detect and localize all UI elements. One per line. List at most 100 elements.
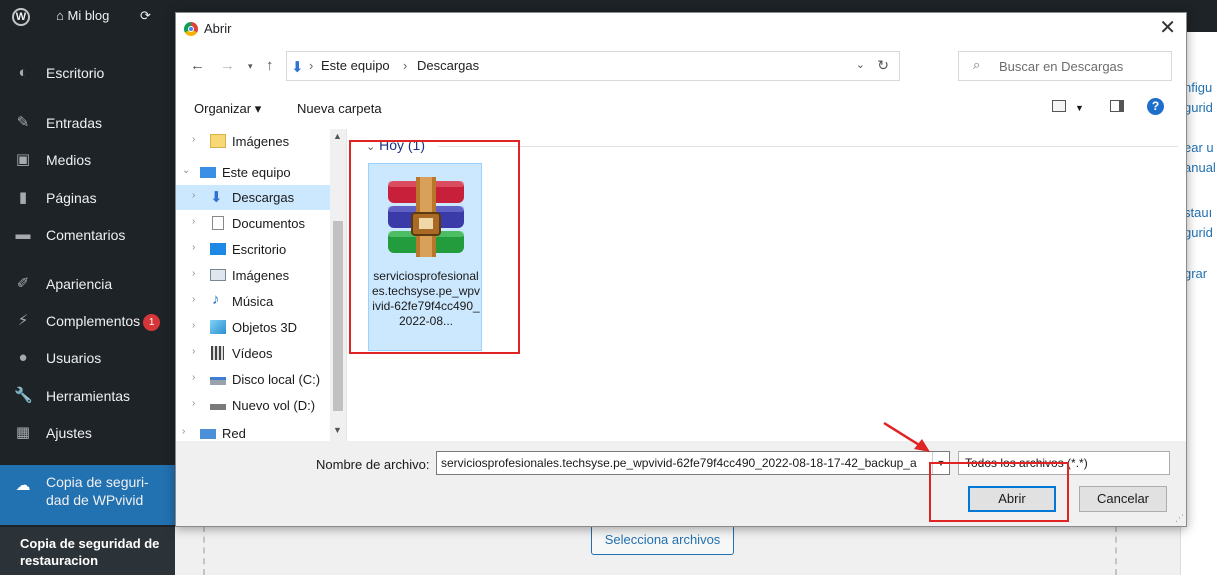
sidebar-item-herramientas[interactable]: 🔧 Herramientas [0,379,175,413]
help-icon[interactable]: ? [1147,98,1164,115]
nav-item-descargas[interactable]: › ⬇ Descargas [176,185,344,210]
chevron-right-icon[interactable]: › [192,398,195,409]
nav-item-musica[interactable]: › ♪ Música [176,289,344,314]
resize-grip-icon[interactable]: ⋰ [1175,513,1184,524]
nav-item-videos[interactable]: › Vídeos [176,341,344,366]
sidebar-item-usuarios[interactable]: ● Usuarios [0,341,175,375]
chevron-right-icon[interactable]: › [192,268,195,279]
scroll-up-icon[interactable]: ▲ [333,131,342,141]
organize-menu-button[interactable]: Organizar ▾ [194,101,261,117]
filename-input[interactable]: serviciosprofesionales.techsyse.pe_wpviv… [436,451,950,475]
settings-link-fragment[interactable]: stauı [1184,205,1212,220]
dashboard-icon: ◐ [18,64,28,81]
nav-item-escritorio[interactable]: › Escritorio [176,237,344,262]
search-input[interactable]: ⌕ Buscar en Descargas [958,51,1172,81]
site-home-link[interactable]: ⌂ Mi blog [56,0,109,32]
dialog-title: Abrir [204,21,232,36]
pictures-icon [210,269,226,281]
settings-link-fragment[interactable]: gurid [1184,100,1213,115]
dropzone-border [203,526,205,575]
breadcrumb-descargas[interactable]: Descargas [417,58,479,73]
pages-icon: ▮ [18,189,28,206]
chevron-down-icon[interactable]: ▼ [1075,103,1084,113]
navigation-pane: › Imágenes ⌄ Este equipo › ⬇ Descargas ›… [176,129,347,441]
dialog-titlebar[interactable]: Abrir ✕ [176,13,1186,45]
sidebar-item-escritorio[interactable]: ◐ Escritorio [0,56,175,90]
up-arrow-icon[interactable]: ↑ [266,57,274,74]
sidebar-item-wpvivid[interactable]: ☁ Copia de seguri-dad de WPvivid [0,465,175,525]
update-count-badge: 1 [143,314,161,331]
chevron-right-icon[interactable]: › [192,134,195,145]
refresh-icon[interactable]: ↻ [877,57,889,74]
new-folder-button[interactable]: Nueva carpeta [297,101,382,116]
chevron-right-icon[interactable]: › [192,242,195,253]
users-icon: ● [18,349,28,366]
chevron-right-icon[interactable]: › [192,190,195,201]
scrollbar-thumb[interactable] [333,221,343,411]
sidebar-item-comentarios[interactable]: ▬ Comentarios [0,218,175,252]
back-arrow-icon[interactable]: ← [190,57,205,74]
sidebar-item-ajustes[interactable]: ▦ Ajustes [0,416,175,450]
wordpress-logo-icon[interactable]: W [12,0,34,32]
cloud-icon: ☁ [15,477,31,494]
sidebar-item-entradas[interactable]: ✎ Entradas [0,106,175,140]
address-bar[interactable]: ⬇ › Este equipo › Descargas ⌄ ↻ [286,51,900,81]
chevron-right-icon[interactable]: › [192,346,195,357]
sidebar-item-paginas[interactable]: ▮ Páginas [0,181,175,215]
settings-link-fragment[interactable]: grar [1184,266,1207,281]
scroll-down-icon[interactable]: ▼ [333,425,342,435]
nav-item-este-equipo[interactable]: ⌄ Este equipo [176,160,344,185]
settings-link-fragment[interactable]: ear u [1184,140,1214,155]
breadcrumb-separator: › [309,58,314,73]
nav-pane-scrollbar[interactable]: ▲ ▼ [330,129,346,441]
pin-icon: ✎ [16,114,30,131]
desktop-icon [210,243,226,255]
media-icon: ▣ [15,151,31,168]
chevron-right-icon[interactable]: › [192,294,195,305]
open-file-dialog: Abrir ✕ ← → ▾ ↑ ⬇ › Este equipo › Descar… [175,12,1187,527]
annotation-highlight-box [349,140,520,354]
comments-icon: ▬ [15,226,31,243]
complementos-label: Complementos [46,313,141,329]
settings-link-fragment[interactable]: nfigu [1184,80,1212,95]
view-options-icon[interactable] [1052,100,1066,112]
nav-item-documentos[interactable]: › Documentos [176,211,344,236]
chevron-right-icon[interactable]: › [192,372,195,383]
dropzone-border [1115,526,1117,575]
chevron-down-icon[interactable]: ⌄ [856,58,865,71]
chevron-right-icon[interactable]: › [192,216,195,227]
close-icon[interactable]: ✕ [1159,17,1176,39]
plugins-icon: ⚡ [17,312,29,329]
breadcrumb-separator: › [403,58,408,73]
settings-link-fragment[interactable]: anual [1184,160,1216,175]
refresh-icon[interactable]: ⟳ [140,0,151,32]
chevron-down-icon[interactable]: ⌄ [182,165,190,176]
nav-item-objetos-3d[interactable]: › Objetos 3D [176,315,344,340]
chrome-icon [184,22,198,36]
settings-link-fragment[interactable]: gurid [1184,225,1213,240]
breadcrumb-este-equipo[interactable]: Este equipo [321,58,390,73]
nav-item-disco-d[interactable]: › Nuevo vol (D:) [176,393,344,418]
sidebar-item-complementos[interactable]: ⚡ Complementos 1 [0,304,175,338]
preview-pane-icon[interactable] [1110,100,1124,112]
forward-arrow-icon[interactable]: → [220,57,235,74]
computer-icon [200,167,216,178]
home-icon: ⌂ [56,8,64,23]
nav-item-imagenes-quick[interactable]: › Imágenes [176,129,344,154]
select-files-button[interactable]: Selecciona archivos [591,525,734,555]
cancel-button[interactable]: Cancelar [1079,486,1167,512]
videos-icon [211,346,224,360]
chevron-right-icon[interactable]: › [182,426,185,437]
chevron-right-icon[interactable]: › [192,320,195,331]
sidebar-submenu-restauracion[interactable]: Copia de seguridad de restauracion [0,527,175,575]
nav-item-disco-c[interactable]: › Disco local (C:) [176,367,344,392]
download-icon: ⬇ [291,59,304,76]
sidebar-item-medios[interactable]: ▣ Medios [0,143,175,177]
drive-d-icon [210,404,226,410]
nav-item-red[interactable]: › Red [176,421,344,441]
documents-icon [212,216,224,230]
sidebar-item-apariencia[interactable]: ✐ Apariencia [0,267,175,301]
nav-item-imagenes[interactable]: › Imágenes [176,263,344,288]
drive-c-icon [210,377,226,385]
recent-locations-chevron-icon[interactable]: ▾ [248,61,253,72]
